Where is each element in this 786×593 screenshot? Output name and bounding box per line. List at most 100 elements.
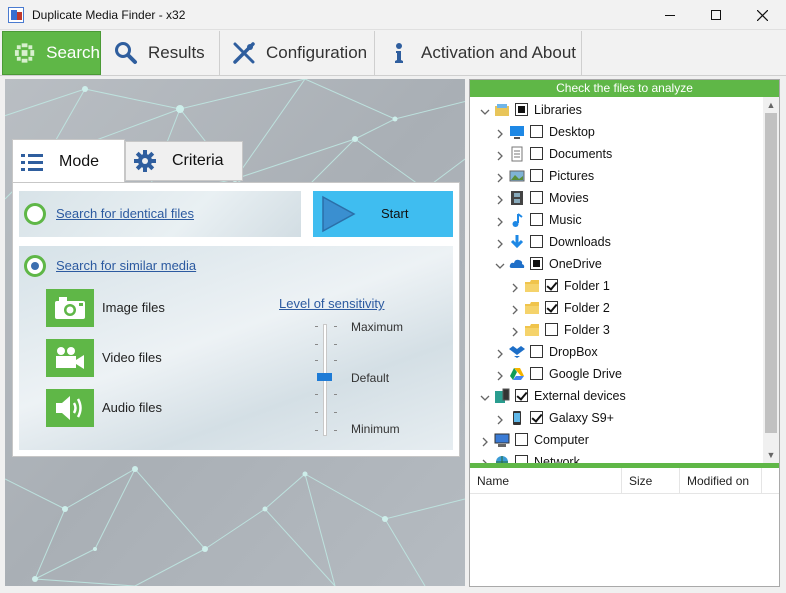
chevron-right-icon[interactable] [510, 325, 520, 337]
tab-criteria[interactable]: Criteria [125, 141, 243, 181]
tree-checkbox[interactable] [530, 169, 543, 182]
tree-item-folder-3[interactable]: Folder 3 [470, 319, 763, 341]
folder-icon [524, 278, 540, 294]
tree-checkbox[interactable] [545, 323, 558, 336]
chevron-down-icon[interactable] [480, 391, 490, 401]
tab-results[interactable]: Results [104, 31, 220, 75]
tree-item-music[interactable]: Music [470, 209, 763, 231]
slider-tick [334, 430, 337, 431]
chevron-right-icon[interactable] [495, 215, 505, 227]
tree-item-desktop[interactable]: Desktop [470, 121, 763, 143]
video-files-label: Video files [102, 350, 162, 365]
maximize-button[interactable] [693, 0, 739, 30]
chevron-right-icon[interactable] [495, 171, 505, 183]
camera-icon [46, 289, 94, 327]
tree-checkbox[interactable] [515, 389, 528, 402]
tree-item-label: Computer [534, 433, 589, 447]
chevron-right-icon[interactable] [510, 281, 520, 293]
column-size[interactable]: Size [622, 468, 680, 494]
sensitivity-slider-thumb[interactable] [317, 373, 332, 381]
speaker-icon [46, 389, 94, 427]
tree-item-galaxy-s9-[interactable]: Galaxy S9+ [470, 407, 763, 429]
tab-configuration[interactable]: Configuration [222, 31, 375, 75]
tree-checkbox[interactable] [530, 213, 543, 226]
gear-icon [134, 150, 156, 172]
tree-checkbox[interactable] [545, 279, 558, 292]
tree-item-downloads[interactable]: Downloads [470, 231, 763, 253]
tree-checkbox[interactable] [530, 367, 543, 380]
chevron-down-icon[interactable] [495, 259, 505, 269]
tree-item-movies[interactable]: Movies [470, 187, 763, 209]
close-button[interactable] [739, 0, 785, 30]
tab-mode-label: Mode [59, 152, 100, 170]
slider-tick [315, 430, 318, 431]
tab-activation-about[interactable]: Activation and About [377, 31, 582, 75]
chevron-right-icon[interactable] [495, 193, 505, 205]
chevron-right-icon[interactable] [495, 149, 505, 161]
chevron-right-icon[interactable] [495, 237, 505, 249]
tree-checkbox[interactable] [530, 257, 543, 270]
tree-item-folder-2[interactable]: Folder 2 [470, 297, 763, 319]
tree-checkbox[interactable] [530, 147, 543, 160]
tree-checkbox[interactable] [545, 301, 558, 314]
tab-mode[interactable]: Mode [12, 139, 125, 183]
tree-item-label: External devices [534, 389, 626, 403]
google-drive-icon [509, 366, 525, 382]
tree-item-libraries[interactable]: Libraries [470, 99, 763, 121]
tree-item-network[interactable]: Network [470, 451, 763, 463]
chevron-right-icon[interactable] [495, 369, 505, 381]
slider-tick [334, 394, 337, 395]
results-column-header: Name Size Modified on [470, 468, 779, 494]
tree-item-documents[interactable]: Documents [470, 143, 763, 165]
window-title: Duplicate Media Finder - x32 [32, 8, 186, 22]
tab-search[interactable]: Search [2, 31, 101, 75]
column-modified[interactable]: Modified on [680, 468, 762, 494]
tree-checkbox[interactable] [530, 345, 543, 358]
similar-radio[interactable] [24, 255, 46, 277]
chevron-right-icon[interactable] [510, 303, 520, 315]
slider-tick [334, 326, 337, 327]
tree-item-computer[interactable]: Computer [470, 429, 763, 451]
tree-item-pictures[interactable]: Pictures [470, 165, 763, 187]
tree-item-label: DropBox [549, 345, 598, 359]
tree-checkbox[interactable] [530, 235, 543, 248]
chevron-right-icon[interactable] [495, 413, 505, 425]
film-icon [509, 190, 525, 206]
column-name[interactable]: Name [470, 468, 622, 494]
tree-item-dropbox[interactable]: DropBox [470, 341, 763, 363]
tree-checkbox[interactable] [530, 411, 543, 424]
chevron-down-icon[interactable] [480, 105, 490, 115]
identical-radio[interactable] [24, 203, 46, 225]
tree-item-google-drive[interactable]: Google Drive [470, 363, 763, 385]
play-triangle-icon [322, 195, 356, 233]
chevron-right-icon[interactable] [495, 347, 505, 359]
chevron-right-icon[interactable] [495, 127, 505, 139]
audio-files-option[interactable]: Audio files [46, 389, 206, 427]
image-files-option[interactable]: Image files [46, 289, 206, 327]
video-files-option[interactable]: Video files [46, 339, 206, 377]
tree-checkbox[interactable] [515, 103, 528, 116]
identical-files-option[interactable]: Search for identical files [19, 191, 301, 237]
similar-media-option: Search for similar media Image files Vid… [19, 246, 453, 450]
minimize-button[interactable] [647, 0, 693, 30]
tree-item-onedrive[interactable]: OneDrive [470, 253, 763, 275]
tree-checkbox[interactable] [530, 191, 543, 204]
tree-checkbox[interactable] [530, 125, 543, 138]
tree-item-folder-1[interactable]: Folder 1 [470, 275, 763, 297]
start-button[interactable]: Start [313, 191, 453, 237]
tree-item-label: Network [534, 455, 580, 463]
scrollbar-thumb[interactable] [765, 113, 777, 433]
identical-files-link[interactable]: Search for identical files [56, 206, 194, 221]
scroll-up-icon[interactable]: ▲ [766, 100, 776, 110]
tree-item-external-devices[interactable]: External devices [470, 385, 763, 407]
tree-checkbox[interactable] [515, 455, 528, 463]
slider-tick [334, 344, 337, 345]
sensitivity-link[interactable]: Level of sensitivity [279, 296, 385, 311]
tree-scrollbar[interactable]: ▲ ▼ [763, 97, 779, 463]
mode-panel: Search for identical files Start Search … [12, 182, 460, 457]
tree-checkbox[interactable] [515, 433, 528, 446]
chevron-right-icon[interactable] [480, 435, 490, 447]
scroll-down-icon[interactable]: ▼ [766, 450, 776, 460]
audio-files-label: Audio files [102, 400, 162, 415]
similar-media-link[interactable]: Search for similar media [56, 258, 196, 273]
